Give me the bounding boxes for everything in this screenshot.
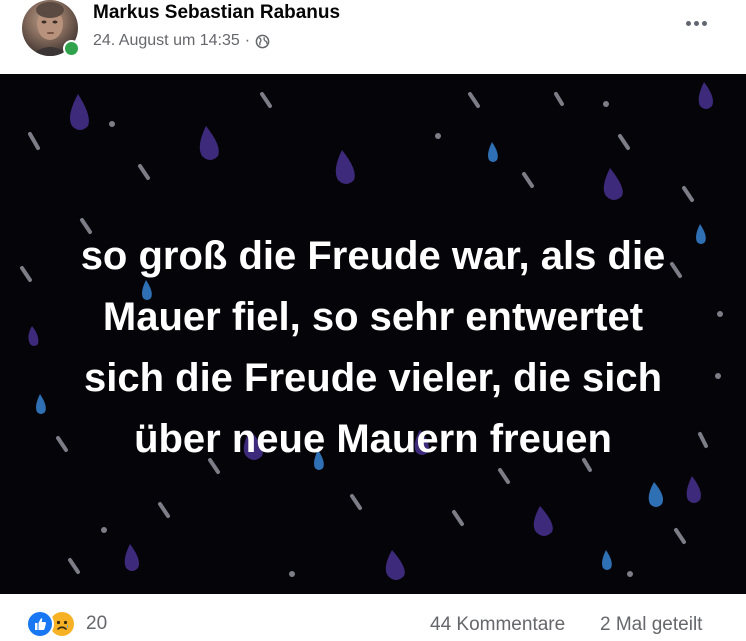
shares-count-link[interactable]: 2 Mal geteilt xyxy=(600,614,702,636)
quote-line: sich die Freude vieler, die sich xyxy=(83,356,663,400)
more-options-icon[interactable] xyxy=(676,10,716,36)
reactions-summary[interactable]: 20 xyxy=(26,610,107,638)
quote-line: über neue Mauern freuen xyxy=(134,417,612,461)
facebook-post: Markus Sebastian Rabanus 24. August um 1… xyxy=(0,0,746,641)
post-timestamp[interactable]: 24. August um 14:35 xyxy=(93,32,240,50)
post-header: Markus Sebastian Rabanus 24. August um 1… xyxy=(0,0,746,74)
globe-icon[interactable] xyxy=(255,34,270,49)
author-name[interactable]: Markus Sebastian Rabanus xyxy=(93,2,340,24)
comments-count-link[interactable]: 44 Kommentare xyxy=(430,614,565,636)
online-status-indicator xyxy=(63,40,80,57)
quote-line: Mauer fiel, so sehr entwertet xyxy=(102,295,644,339)
reaction-count: 20 xyxy=(86,613,108,634)
meta-separator: · xyxy=(244,32,251,49)
like-icon xyxy=(26,610,54,638)
post-image-quote: so groß die Freude war, als die Mauer fi… xyxy=(0,226,746,470)
post-image[interactable]: so groß die Freude war, als die Mauer fi… xyxy=(0,74,746,594)
post-meta: 24. August um 14:35 · xyxy=(93,32,270,50)
post-footer: 20 44 Kommentare 2 Mal geteilt xyxy=(0,596,746,641)
quote-line: so groß die Freude war, als die xyxy=(80,234,666,278)
